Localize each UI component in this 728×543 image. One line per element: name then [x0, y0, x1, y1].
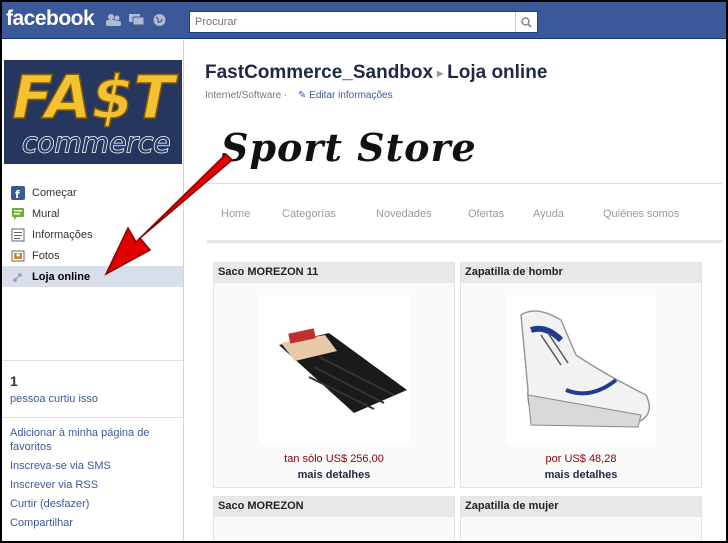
menu-home[interactable]: Home [221, 208, 250, 220]
share-link[interactable]: Compartilhar [10, 516, 175, 530]
nav-label: Começar [32, 186, 77, 199]
nav-item-loja-online[interactable]: Loja online [2, 266, 183, 287]
menu-quienes-somos[interactable]: Quiénes somos [603, 208, 679, 220]
page-subtitle: Internet/Software · ✎ Editar informações [205, 90, 393, 101]
product-price: por US$ 48,28 [461, 453, 701, 465]
friends-icon[interactable] [105, 13, 122, 27]
nav-label: Loja online [32, 270, 91, 283]
price-value: US$ 256,00 [325, 453, 384, 465]
commerce-text: commerce [22, 126, 170, 159]
nav-item-fotos[interactable]: Fotos [2, 245, 183, 266]
menu-novedades[interactable]: Novedades [376, 208, 432, 220]
product-image[interactable] [506, 295, 656, 445]
product-name[interactable]: Zapatilla de mujer [461, 497, 701, 517]
messages-icon[interactable] [128, 13, 145, 27]
browser-frame: facebook FA$T commerce [0, 0, 728, 543]
left-sidebar: FA$T commerce f Começar Mural Informaçõe… [2, 40, 184, 541]
store-title: Sport Store [221, 125, 477, 170]
price-prefix: tan sólo [284, 453, 323, 465]
add-to-favorites-link[interactable]: Adicionar à minha página de favoritos [10, 426, 175, 454]
search-icon [521, 16, 532, 28]
globe-icon[interactable] [151, 13, 168, 27]
subscribe-sms-link[interactable]: Inscreva-se via SMS [10, 459, 175, 473]
fast-text: FA$T [12, 63, 178, 133]
price-value: US$ 48,28 [564, 453, 617, 465]
facebook-logo[interactable]: facebook [6, 7, 95, 31]
nav-item-comecar[interactable]: f Começar [2, 182, 183, 203]
page-category[interactable]: Internet/Software · [205, 90, 287, 101]
breadcrumb-arrow-icon: ▸ [437, 65, 444, 80]
product-price: tan sólo US$ 256,00 [214, 453, 454, 465]
store-icon [10, 269, 26, 285]
nav-item-mural[interactable]: Mural [2, 203, 183, 224]
unlike-link[interactable]: Curtir (desfazer) [10, 497, 175, 511]
store-menu: Home Categorías Novedades Ofertas Ayuda … [207, 183, 722, 243]
fastcommerce-logo[interactable]: FA$T commerce [4, 60, 182, 164]
info-icon [10, 227, 26, 243]
search-box [189, 11, 538, 33]
main-content: FastCommerce_Sandbox ▸ Loja online Interne… [185, 40, 726, 541]
nav-item-informacoes[interactable]: Informações [2, 224, 183, 245]
product-card[interactable]: Saco MOREZON 11 tan sólo US$ 256,00 mais… [213, 262, 455, 488]
product-card[interactable]: Zapatilla de mujer [460, 496, 702, 541]
search-input[interactable] [190, 12, 514, 32]
product-card[interactable]: Zapatilla de hombr por US$ 48,28 mais de… [460, 262, 702, 488]
facebook-icon: f [10, 185, 26, 201]
search-button[interactable] [515, 12, 537, 32]
pencil-icon: ✎ [298, 90, 307, 101]
facebook-topbar: facebook [2, 2, 726, 39]
details-link[interactable]: mais detalhes [214, 469, 454, 481]
menu-ayuda[interactable]: Ayuda [533, 208, 564, 220]
menu-categorias[interactable]: Categorías [282, 208, 336, 220]
edit-info-label: Editar informações [309, 90, 393, 101]
page-nav: f Começar Mural Informações Fotos Loja o… [2, 182, 183, 287]
store-app: Sport Store Home Categorías Novedades Of… [207, 115, 722, 541]
likes-count: 1 [10, 373, 18, 389]
page-name-link[interactable]: FastCommerce_Sandbox [205, 62, 433, 83]
product-name[interactable]: Zapatilla de hombr [461, 263, 701, 283]
subscribe-rss-link[interactable]: Inscrever via RSS [10, 478, 175, 492]
product-name[interactable]: Saco MOREZON 11 [214, 263, 454, 283]
notification-jewels [105, 13, 168, 27]
product-card[interactable]: Saco MOREZON [213, 496, 455, 541]
price-prefix: por [545, 453, 562, 465]
wall-icon [10, 206, 26, 222]
details-link[interactable]: mais detalhes [461, 469, 701, 481]
likes-text-link[interactable]: pessoa curtiu isso [10, 393, 175, 405]
menu-ofertas[interactable]: Ofertas [468, 208, 504, 220]
edit-info-link[interactable]: ✎ Editar informações [298, 90, 393, 101]
product-name[interactable]: Saco MOREZON [214, 497, 454, 517]
nav-label: Fotos [32, 249, 60, 262]
nav-label: Mural [32, 207, 60, 220]
svg-text:f: f [15, 188, 20, 200]
likes-box: 1 pessoa curtiu isso [2, 360, 183, 413]
photos-icon [10, 248, 26, 264]
nav-label: Informações [32, 228, 93, 241]
product-image[interactable] [259, 295, 409, 445]
page-actions: Adicionar à minha página de favoritos In… [2, 417, 183, 541]
page-title: FastCommerce_Sandbox ▸ Loja online [205, 62, 547, 84]
section-title: Loja online [447, 62, 548, 83]
